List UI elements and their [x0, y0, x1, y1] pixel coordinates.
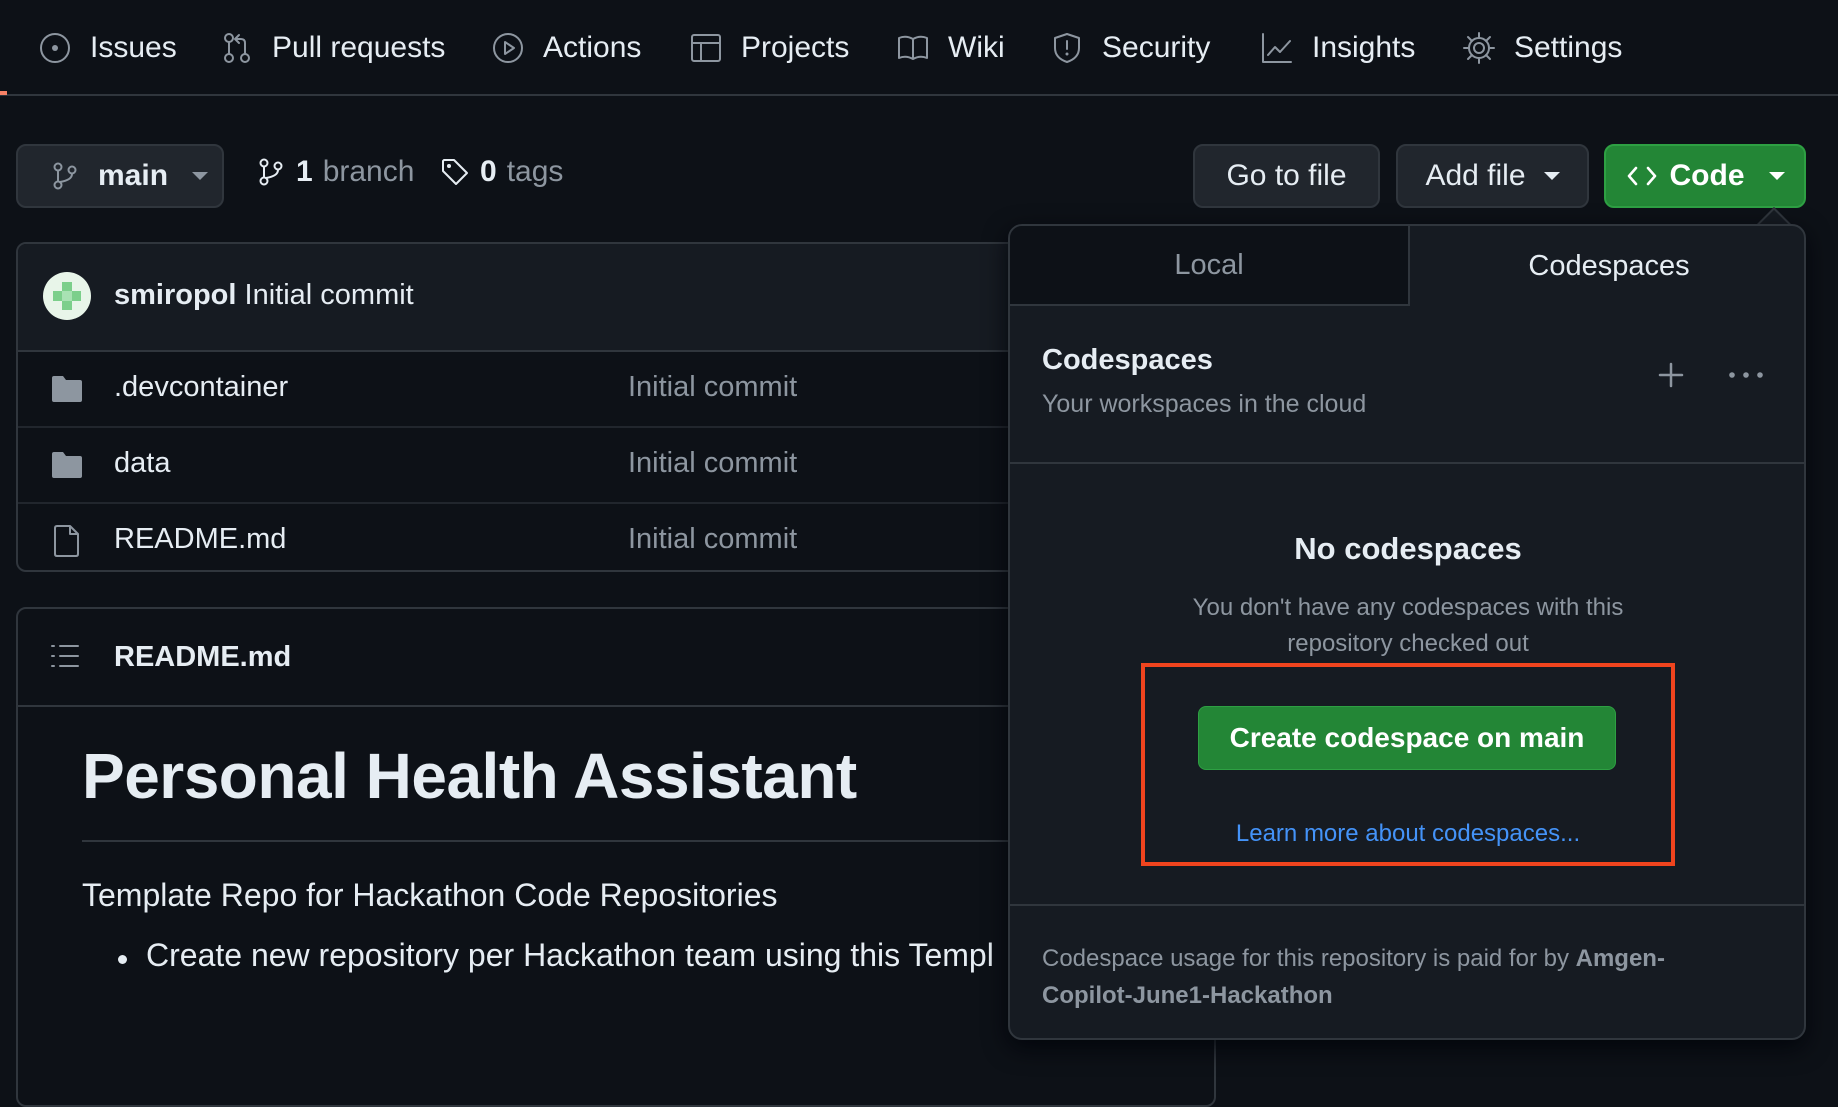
nav-issues[interactable]: Issues	[38, 22, 177, 74]
nav-issues-label: Issues	[90, 31, 177, 64]
nav-wiki[interactable]: Wiki	[896, 22, 1005, 74]
git-branch-icon	[256, 157, 286, 187]
commit-summary: smiropol Initial commit	[114, 279, 414, 312]
nav-settings-label: Settings	[1514, 31, 1623, 64]
plus-icon[interactable]	[1656, 360, 1686, 390]
chevron-down-icon	[1768, 172, 1785, 180]
code-icon	[1626, 162, 1658, 190]
git-branch-icon	[50, 161, 80, 191]
graph-icon	[1260, 31, 1294, 65]
footer-divider	[1010, 904, 1804, 906]
tag-label: tags	[506, 155, 564, 188]
nav-projects-label: Projects	[741, 31, 850, 64]
billing-text: Codespace usage for this repository is p…	[1042, 945, 1569, 972]
nav-security-label: Security	[1102, 31, 1211, 64]
file-name[interactable]: README.md	[114, 523, 286, 556]
create-codespace-button[interactable]: Create codespace on main	[1198, 706, 1616, 770]
issue-opened-icon	[38, 31, 72, 65]
file-icon	[50, 524, 84, 558]
go-to-file-button[interactable]: Go to file	[1193, 144, 1380, 208]
codespaces-header-subtitle: Your workspaces in the cloud	[1042, 390, 1367, 418]
add-file-label: Add file	[1425, 159, 1526, 192]
tab-local[interactable]: Local	[1010, 226, 1410, 306]
book-icon	[896, 31, 930, 65]
codespaces-header: Codespaces Your workspaces in the cloud	[1010, 306, 1804, 464]
file-commit-message[interactable]: Initial commit	[628, 447, 797, 480]
learn-more-link[interactable]: Learn more about codespaces...	[1141, 820, 1675, 848]
bullet-marker	[118, 955, 127, 964]
file-commit-message[interactable]: Initial commit	[628, 371, 797, 404]
nav-insights[interactable]: Insights	[1260, 22, 1415, 74]
tab-codespaces[interactable]: Codespaces	[1410, 226, 1804, 306]
tags-link[interactable]: 0 tags	[440, 155, 563, 189]
folder-icon	[50, 372, 84, 406]
add-file-button[interactable]: Add file	[1396, 144, 1589, 208]
file-name[interactable]: .devcontainer	[114, 371, 288, 404]
repo-nav: Issues Pull requests Actions Projects Wi…	[0, 0, 1838, 96]
shield-icon	[1050, 31, 1084, 65]
folder-icon	[50, 448, 84, 482]
branch-select-button[interactable]: main	[16, 144, 224, 208]
nav-settings[interactable]: Settings	[1462, 22, 1622, 74]
commit-author[interactable]: smiropol	[114, 279, 236, 311]
gear-icon	[1462, 31, 1496, 65]
readme-paragraph: Template Repo for Hackathon Code Reposit…	[82, 877, 778, 913]
git-pull-request-icon	[220, 31, 254, 65]
branch-label: branch	[322, 155, 415, 188]
billing-org-line-2: Copilot-June1-Hackathon	[1042, 982, 1333, 1009]
codespaces-header-title: Codespaces	[1042, 344, 1213, 376]
file-commit-message[interactable]: Initial commit	[628, 523, 797, 556]
play-icon	[491, 31, 525, 65]
nav-wiki-label: Wiki	[948, 31, 1005, 64]
go-to-file-label: Go to file	[1226, 159, 1347, 192]
readme-title: Personal Health Assistant	[82, 740, 857, 812]
branch-name: main	[98, 159, 169, 192]
readme-bullet: Create new repository per Hackathon team…	[146, 937, 994, 973]
readme-filename[interactable]: README.md	[114, 641, 291, 674]
nav-security[interactable]: Security	[1050, 22, 1210, 74]
nav-active-underline	[0, 91, 7, 95]
nav-projects[interactable]: Projects	[689, 22, 849, 74]
nav-actions-label: Actions	[543, 31, 642, 64]
code-dropdown: Local Codespaces Codespaces Your workspa…	[1008, 224, 1806, 1040]
table-icon	[689, 31, 723, 65]
kebab-horizontal-icon[interactable]	[1726, 360, 1766, 390]
empty-state-line-1: You don't have any codespaces with this	[1192, 594, 1624, 621]
nav-actions[interactable]: Actions	[491, 22, 641, 74]
chevron-down-icon	[1543, 172, 1560, 180]
empty-state-title: No codespaces	[1294, 531, 1522, 566]
commit-message[interactable]: Initial commit	[245, 279, 414, 311]
code-button-label: Code	[1669, 159, 1745, 192]
empty-state-line-2: repository checked out	[1287, 630, 1529, 657]
branches-link[interactable]: 1 branch	[256, 155, 414, 189]
nav-pull-requests-label: Pull requests	[272, 31, 446, 64]
nav-pull-requests[interactable]: Pull requests	[220, 22, 445, 74]
billing-org-line-1: Amgen-	[1575, 945, 1665, 972]
code-button[interactable]: Code	[1604, 144, 1806, 208]
billing-footer: Codespace usage for this repository is p…	[1042, 940, 1782, 1014]
tag-count: 0	[480, 155, 497, 188]
avatar[interactable]	[43, 272, 91, 320]
nav-insights-label: Insights	[1312, 31, 1416, 64]
chevron-down-icon	[192, 172, 209, 180]
file-name[interactable]: data	[114, 447, 170, 480]
tag-icon	[440, 157, 470, 187]
branch-count: 1	[296, 155, 313, 188]
list-unordered-icon[interactable]	[50, 642, 80, 670]
